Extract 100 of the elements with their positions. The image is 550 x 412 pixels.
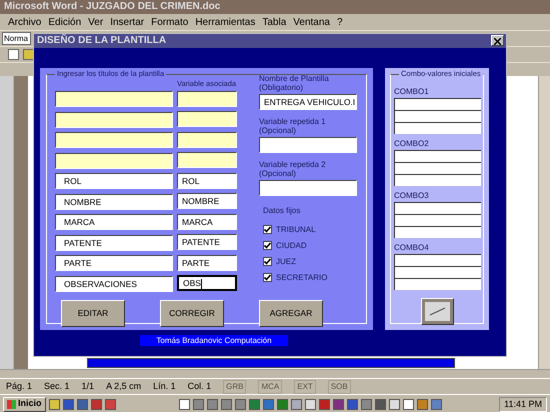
variable-field[interactable]: NOMBRE	[177, 193, 237, 209]
taskbar-icon[interactable]	[262, 398, 274, 410]
checkbox[interactable]	[263, 224, 272, 234]
variable-field[interactable]	[259, 137, 357, 153]
combo-value-field[interactable]	[394, 162, 481, 174]
variable-field[interactable]: PATENTE	[177, 234, 237, 250]
combo-label: COMBO4	[394, 243, 430, 252]
combo-value-field[interactable]	[394, 174, 481, 186]
taskbar-icon[interactable]	[402, 398, 414, 410]
confirm-button[interactable]	[421, 298, 454, 325]
start-button[interactable]: Inicio	[3, 396, 46, 412]
title-field[interactable]: PATENTE	[55, 234, 173, 250]
title-field[interactable]: MARCA	[55, 214, 173, 230]
title-field[interactable]: OBSERVACIONES	[55, 276, 173, 292]
taskbar-icon[interactable]	[276, 398, 288, 410]
taskbar-icon[interactable]	[62, 398, 74, 410]
menu-item[interactable]: Formato	[151, 14, 188, 30]
windows-logo-icon	[7, 400, 16, 408]
menu-item[interactable]: Edición	[48, 14, 82, 30]
taskbar-icon[interactable]	[48, 398, 60, 410]
variable-field[interactable]: PARTE	[177, 254, 237, 270]
field-label: Variable repetida 2	[259, 160, 327, 169]
clock: 11:41 PM	[499, 396, 547, 412]
combo-value-field[interactable]	[394, 98, 481, 110]
checkbox-label: SECRETARIO	[276, 272, 328, 282]
combo-label: COMBO1	[394, 87, 430, 96]
variable-field[interactable]: OBS	[177, 275, 237, 291]
section-label: Datos fijos	[263, 206, 302, 215]
title-field[interactable]	[55, 112, 173, 128]
menu-item[interactable]: Insertar	[110, 14, 144, 30]
combo-label: COMBO2	[394, 139, 430, 148]
combo-value-field[interactable]	[394, 226, 481, 238]
title-field[interactable]: PARTE	[55, 255, 173, 271]
taskbar-icon[interactable]	[346, 398, 358, 410]
taskbar-icon[interactable]	[178, 398, 190, 410]
variable-field[interactable]	[177, 90, 237, 106]
checkbox[interactable]	[263, 240, 272, 250]
status-mode: SOB	[328, 380, 351, 394]
variable-field[interactable]	[259, 180, 357, 196]
folder-icon[interactable]	[23, 49, 34, 60]
title-field[interactable]	[55, 91, 173, 107]
taskbar-icon[interactable]	[192, 398, 204, 410]
title-field[interactable]	[55, 132, 173, 148]
variable-field[interactable]	[177, 152, 237, 168]
menu-item[interactable]: Tabla	[262, 14, 286, 30]
action-button[interactable]: AGREGAR	[259, 300, 323, 326]
field-label: Variable repetida 1	[259, 117, 327, 126]
field-label: Nombre de Plantilla	[259, 74, 330, 83]
template-name-field[interactable]: ENTREGA VEHICULO.I	[259, 94, 357, 110]
taskbar-icon[interactable]	[234, 398, 246, 410]
taskbar-icon[interactable]	[104, 398, 116, 410]
combo-value-field[interactable]	[394, 214, 481, 226]
taskbar-icon[interactable]	[388, 398, 400, 410]
taskbar-icon[interactable]	[206, 398, 218, 410]
menu-item[interactable]: Ventana	[293, 14, 330, 30]
taskbar-icon[interactable]	[416, 398, 428, 410]
taskbar-icon[interactable]	[360, 398, 372, 410]
combo-value-field[interactable]	[394, 254, 481, 266]
menu-item[interactable]: Archivo	[8, 14, 42, 30]
status-text: Col. 1	[188, 380, 212, 393]
taskbar-icon[interactable]	[290, 398, 302, 410]
taskbar-icon[interactable]	[332, 398, 344, 410]
taskbar-icon[interactable]	[318, 398, 330, 410]
menu-item[interactable]: Ver	[88, 14, 104, 30]
checkbox[interactable]	[263, 272, 272, 282]
combo-value-field[interactable]	[394, 266, 481, 278]
title-field[interactable]: ROL	[55, 173, 173, 189]
status-text: Sec. 1	[44, 380, 70, 393]
status-text: 1/1	[82, 380, 94, 393]
close-button[interactable]	[491, 35, 504, 46]
taskbar-icon[interactable]	[76, 398, 88, 410]
status-mode: EXT	[294, 380, 316, 394]
status-mode: MCA	[258, 380, 282, 394]
taskbar-icon[interactable]	[220, 398, 232, 410]
taskbar-icon[interactable]	[304, 398, 316, 410]
taskbar-icon[interactable]	[374, 398, 386, 410]
taskbar-icon[interactable]	[90, 398, 102, 410]
variable-field[interactable]: MARCA	[177, 214, 237, 230]
action-button[interactable]: CORREGIR	[160, 300, 224, 326]
combo-value-field[interactable]	[394, 122, 481, 134]
checkbox-label: CIUDAD	[276, 240, 307, 250]
action-button[interactable]: EDITAR	[61, 300, 125, 326]
checkbox[interactable]	[263, 256, 272, 266]
style-field[interactable]: Norma	[2, 32, 31, 45]
variable-field[interactable]: ROL	[177, 172, 237, 188]
taskbar-icon[interactable]	[430, 398, 442, 410]
combo-value-field[interactable]	[394, 110, 481, 122]
menu-item[interactable]: Herramientas	[195, 14, 256, 30]
title-field[interactable]	[55, 152, 173, 168]
new-document-icon[interactable]	[8, 49, 19, 60]
status-text: Pág. 1	[6, 380, 32, 393]
combo-value-field[interactable]	[394, 202, 481, 214]
menu-item[interactable]: ?	[336, 14, 343, 30]
combo-value-field[interactable]	[394, 278, 481, 290]
title-field[interactable]: NOMBRE	[55, 194, 173, 210]
taskbar-icon[interactable]	[248, 398, 260, 410]
variable-field[interactable]	[177, 111, 237, 127]
variable-field[interactable]	[177, 132, 237, 148]
dialog-title: DISEÑO DE LA PLANTILLA	[37, 34, 166, 48]
combo-value-field[interactable]	[394, 150, 481, 162]
